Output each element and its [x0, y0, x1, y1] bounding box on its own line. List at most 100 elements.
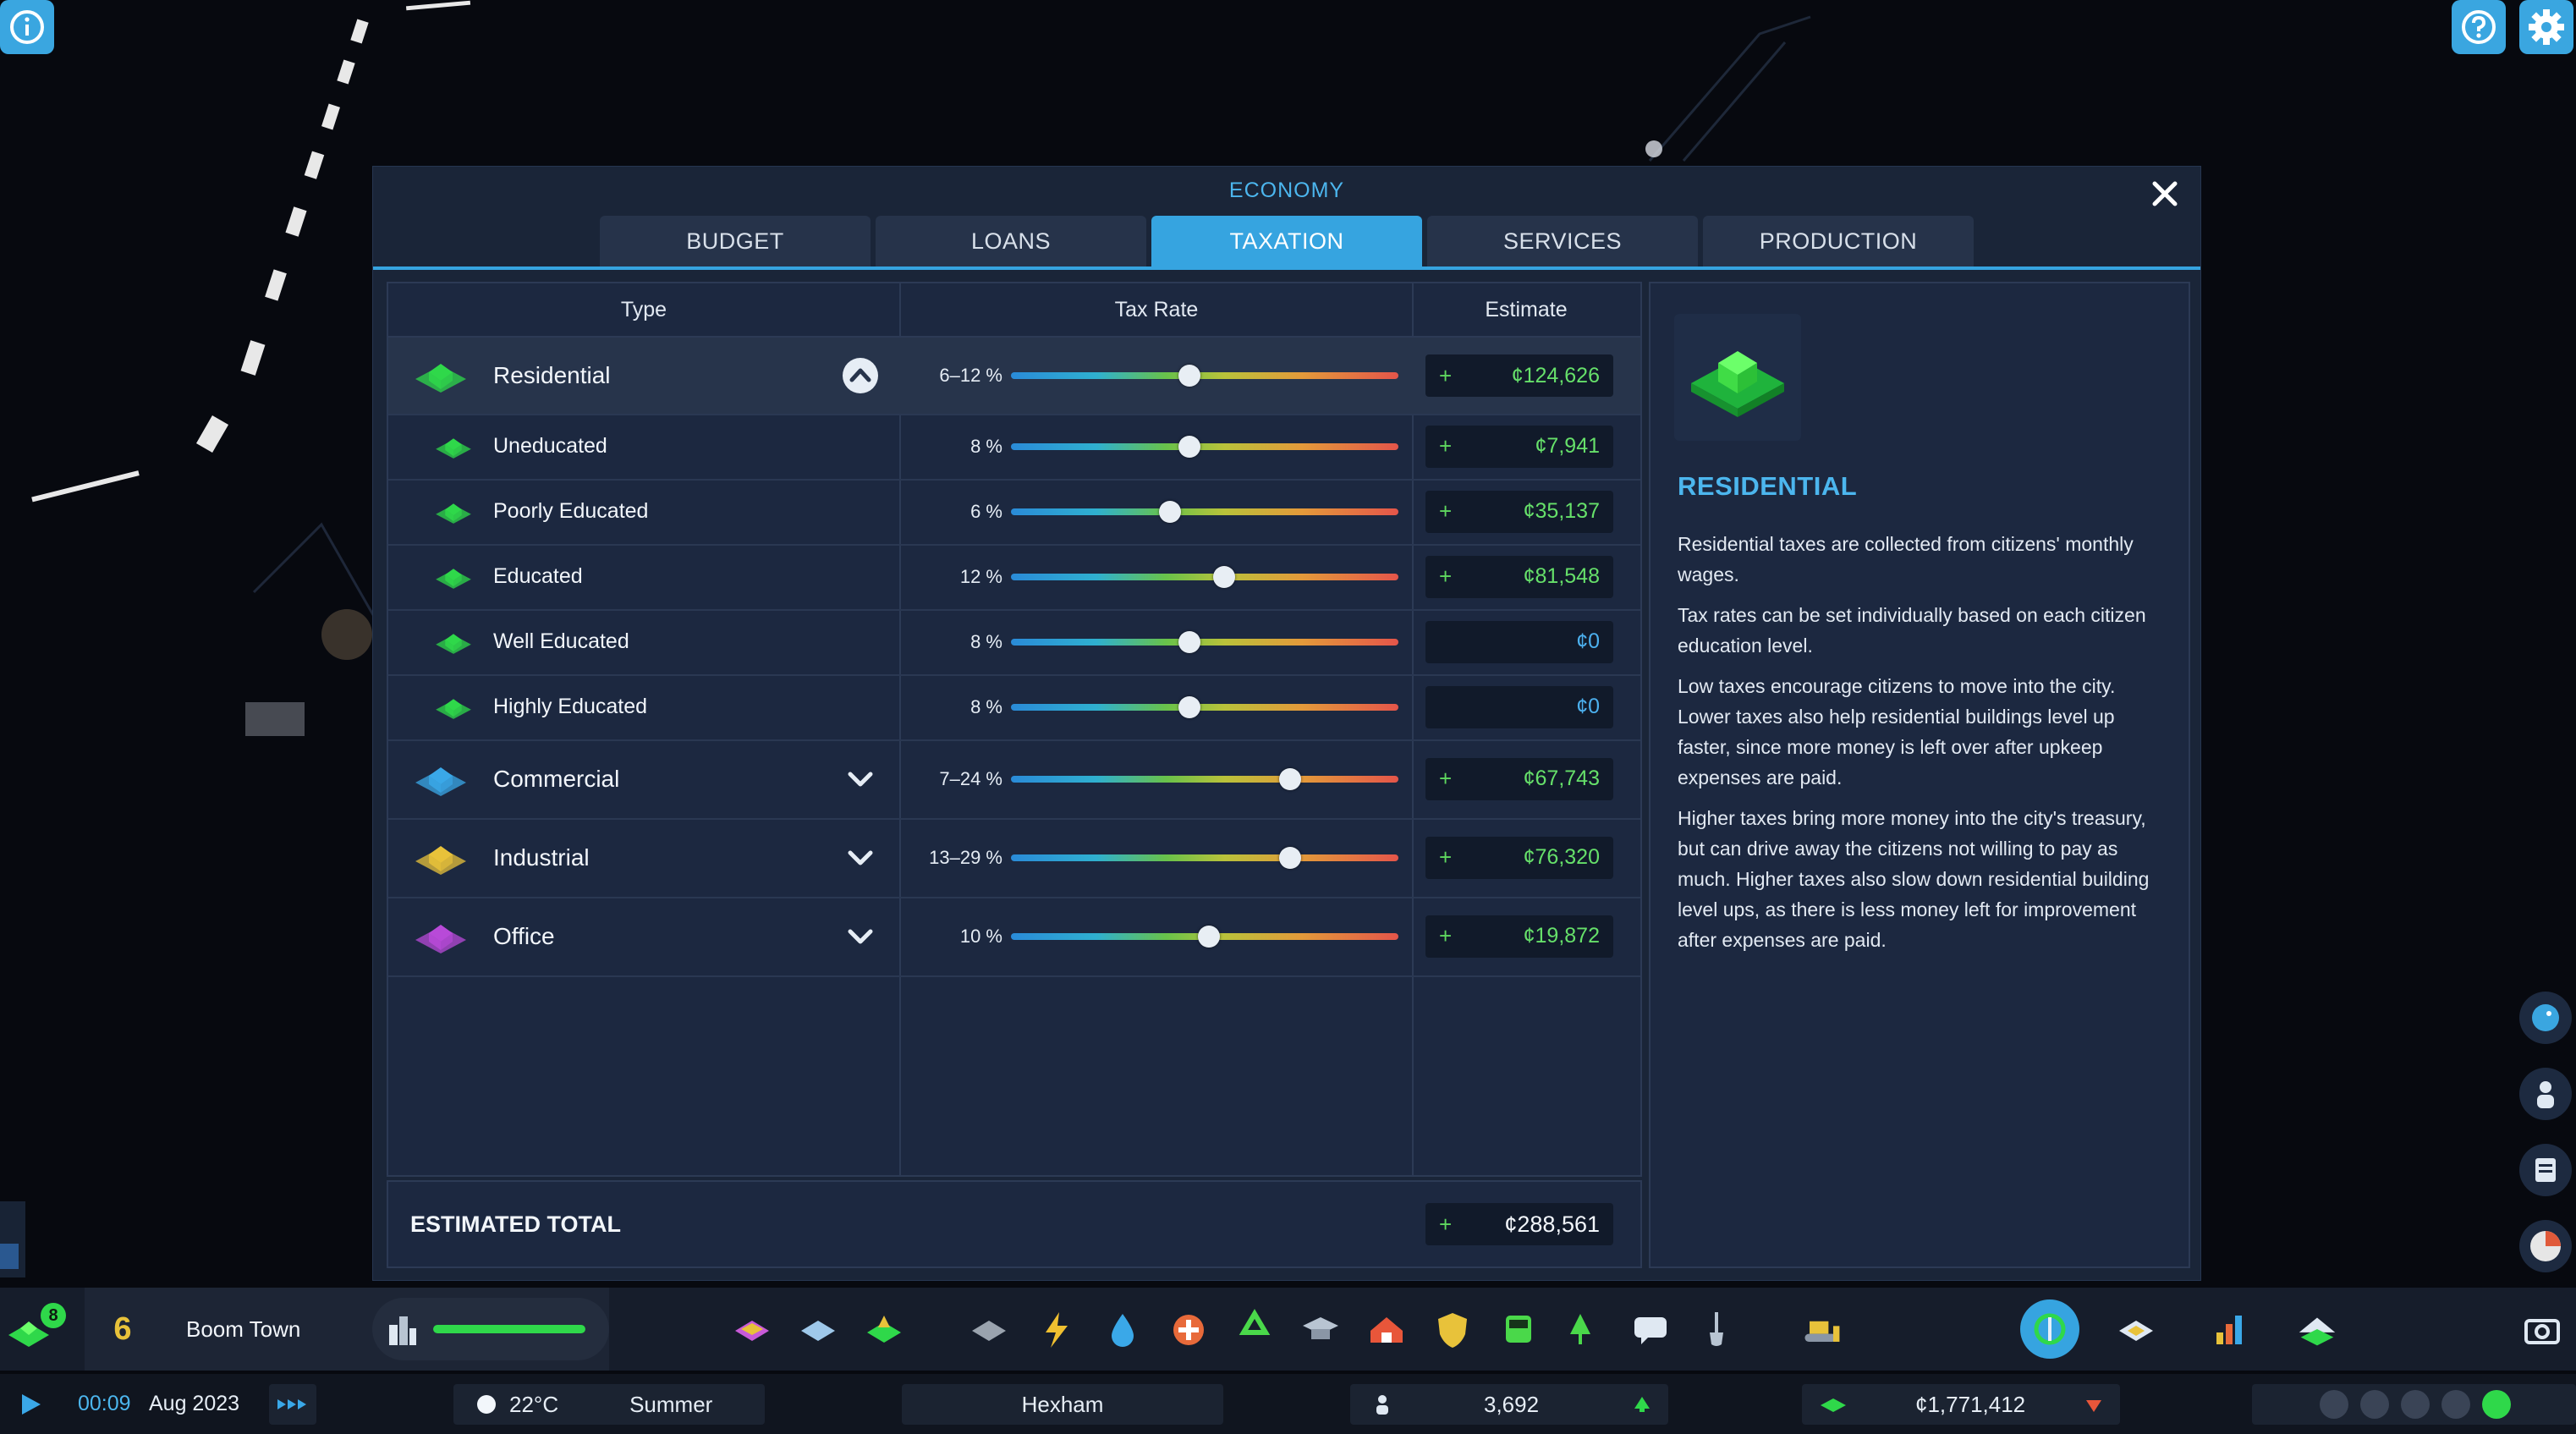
tax-rate-slider[interactable]: [1011, 703, 1398, 711]
roads-tool-button[interactable]: [966, 1307, 1012, 1353]
tax-rate-slider-handle[interactable]: [1212, 565, 1235, 588]
tab-production[interactable]: PRODUCTION: [1703, 216, 1974, 266]
photo-mode-button[interactable]: [2519, 1307, 2565, 1353]
positive-sign: +: [1439, 563, 1453, 589]
tax-rate-value: 8 %: [970, 695, 1002, 717]
expand-button[interactable]: [842, 839, 879, 876]
electricity-tool-button[interactable]: [1034, 1307, 1079, 1353]
expand-button[interactable]: [842, 918, 879, 955]
statistics-button[interactable]: [2206, 1307, 2252, 1353]
tax-rate-slider[interactable]: [1011, 854, 1398, 861]
money-balance: ¢1,771,412: [1915, 1391, 2026, 1417]
happiness-widget[interactable]: [2252, 1384, 2576, 1425]
speed-button[interactable]: [269, 1384, 316, 1425]
landscaping-tool-button[interactable]: [861, 1307, 907, 1353]
bulldozer-button[interactable]: [1799, 1307, 1844, 1353]
fire-tool-button[interactable]: [1364, 1307, 1409, 1353]
tax-rate-slider[interactable]: [1011, 508, 1398, 515]
zoning-button[interactable]: 8: [0, 1298, 71, 1360]
help-button[interactable]: [2452, 0, 2506, 54]
tax-row-residential: Residential 6–12 % + ¢124,626: [388, 338, 1640, 415]
happiness-face-icon: [2401, 1390, 2430, 1419]
city-skyline-icon: [389, 1316, 416, 1345]
tax-rate-slider-handle[interactable]: [1178, 435, 1200, 458]
shovel-icon: [1710, 1312, 1723, 1346]
areas-tool-button[interactable]: [795, 1307, 841, 1353]
tax-row-label: Educated: [493, 564, 583, 588]
tax-estimate-box: ¢0: [1425, 685, 1613, 728]
tab-services[interactable]: SERVICES: [1427, 216, 1698, 266]
settings-button[interactable]: [2519, 0, 2573, 54]
education-tool-button[interactable]: [1298, 1307, 1343, 1353]
water-tool-button[interactable]: [1100, 1307, 1145, 1353]
info-button[interactable]: [0, 0, 54, 54]
tax-rate-value: 6–12 %: [939, 365, 1002, 386]
radio-button[interactable]: [2519, 1220, 2572, 1272]
close-icon[interactable]: [2148, 177, 2182, 211]
bird-icon: [2532, 1004, 2559, 1031]
tax-estimate-value: ¢76,320: [1523, 845, 1600, 869]
communications-tool-button[interactable]: [1628, 1307, 1673, 1353]
tax-estimate-box: + ¢7,941: [1425, 425, 1613, 468]
tax-row-label: Office: [493, 922, 555, 949]
estimated-total-value-box: + ¢288,561: [1425, 1203, 1613, 1245]
tax-rate-slider[interactable]: [1011, 638, 1398, 646]
tax-row-label: Industrial: [493, 843, 590, 871]
cash-icon: [1821, 1398, 1846, 1412]
tax-estimate-box: + ¢124,626: [1425, 354, 1613, 397]
expand-button[interactable]: [842, 761, 879, 798]
tab-loans[interactable]: LOANS: [876, 216, 1146, 266]
positive-sign: +: [1439, 498, 1453, 524]
population-widget[interactable]: 3,692: [1350, 1384, 1668, 1425]
collapse-button[interactable]: [842, 357, 879, 394]
landscaping-shovel-button[interactable]: [1694, 1307, 1739, 1353]
residential-zone-icon: [436, 633, 471, 654]
area-icon: [801, 1321, 835, 1341]
money-widget[interactable]: ¢1,771,412: [1802, 1384, 2120, 1425]
progression-button[interactable]: [2294, 1307, 2340, 1353]
tax-rate-slider-handle[interactable]: [1178, 630, 1200, 653]
tax-rate-value: 8 %: [970, 630, 1002, 652]
tax-rate-slider-handle[interactable]: [1178, 695, 1200, 718]
police-tool-button[interactable]: [1430, 1307, 1475, 1353]
tax-rate-value: 13–29 %: [929, 846, 1002, 868]
tab-taxation[interactable]: TAXATION: [1151, 216, 1422, 266]
tab-budget[interactable]: BUDGET: [600, 216, 871, 266]
notification-badge: 8: [41, 1303, 66, 1328]
tax-estimate-box: + ¢67,743: [1425, 757, 1613, 800]
parks-tool-button[interactable]: [1562, 1307, 1607, 1353]
citizens-button[interactable]: [2519, 1068, 2572, 1120]
economy-button[interactable]: [2020, 1299, 2079, 1359]
tax-rate-slider[interactable]: [1011, 573, 1398, 580]
tax-rate-slider-handle[interactable]: [1158, 500, 1181, 523]
play-icon: [22, 1394, 41, 1415]
chevron-down-icon: [848, 850, 873, 865]
info-paragraph: Low taxes encourage citizens to move int…: [1678, 675, 2116, 788]
weather-widget[interactable]: 22°C Summer: [453, 1384, 765, 1425]
tax-rate-slider-handle[interactable]: [1197, 925, 1220, 948]
recycling-tool-button[interactable]: [1232, 1307, 1277, 1353]
play-button[interactable]: [17, 1384, 46, 1425]
tax-estimate-value: ¢35,137: [1523, 499, 1600, 523]
tax-rate-slider[interactable]: [1011, 442, 1398, 450]
tax-rate-slider[interactable]: [1011, 372, 1398, 379]
tax-rate-slider-handle[interactable]: [1278, 846, 1301, 869]
tax-rate-slider[interactable]: [1011, 775, 1398, 783]
transport-tool-button[interactable]: [1496, 1307, 1541, 1353]
location-widget[interactable]: Hexham: [902, 1384, 1223, 1425]
chirper-button[interactable]: [2519, 992, 2572, 1044]
tax-rate-slider-handle[interactable]: [1178, 365, 1200, 387]
tax-row-educated: Educated 12 % + ¢81,548: [388, 544, 1640, 611]
progression-widget[interactable]: [372, 1298, 609, 1360]
journal-button[interactable]: [2519, 1144, 2572, 1196]
estimated-total-row: ESTIMATED TOTAL + ¢288,561: [387, 1180, 1642, 1268]
tax-rate-slider-handle[interactable]: [1278, 767, 1301, 790]
tax-row-label: Highly Educated: [493, 695, 648, 718]
health-tool-button[interactable]: [1166, 1307, 1211, 1353]
positive-sign: +: [1439, 844, 1453, 870]
tax-row-well-educated: Well Educated 8 % ¢0: [388, 609, 1640, 676]
tax-row-label: Uneducated: [493, 434, 607, 458]
zoning-tool-button[interactable]: [729, 1307, 775, 1353]
info-paragraph: Tax rates can be set individually based …: [1678, 604, 2146, 657]
map-button[interactable]: [2113, 1307, 2159, 1353]
